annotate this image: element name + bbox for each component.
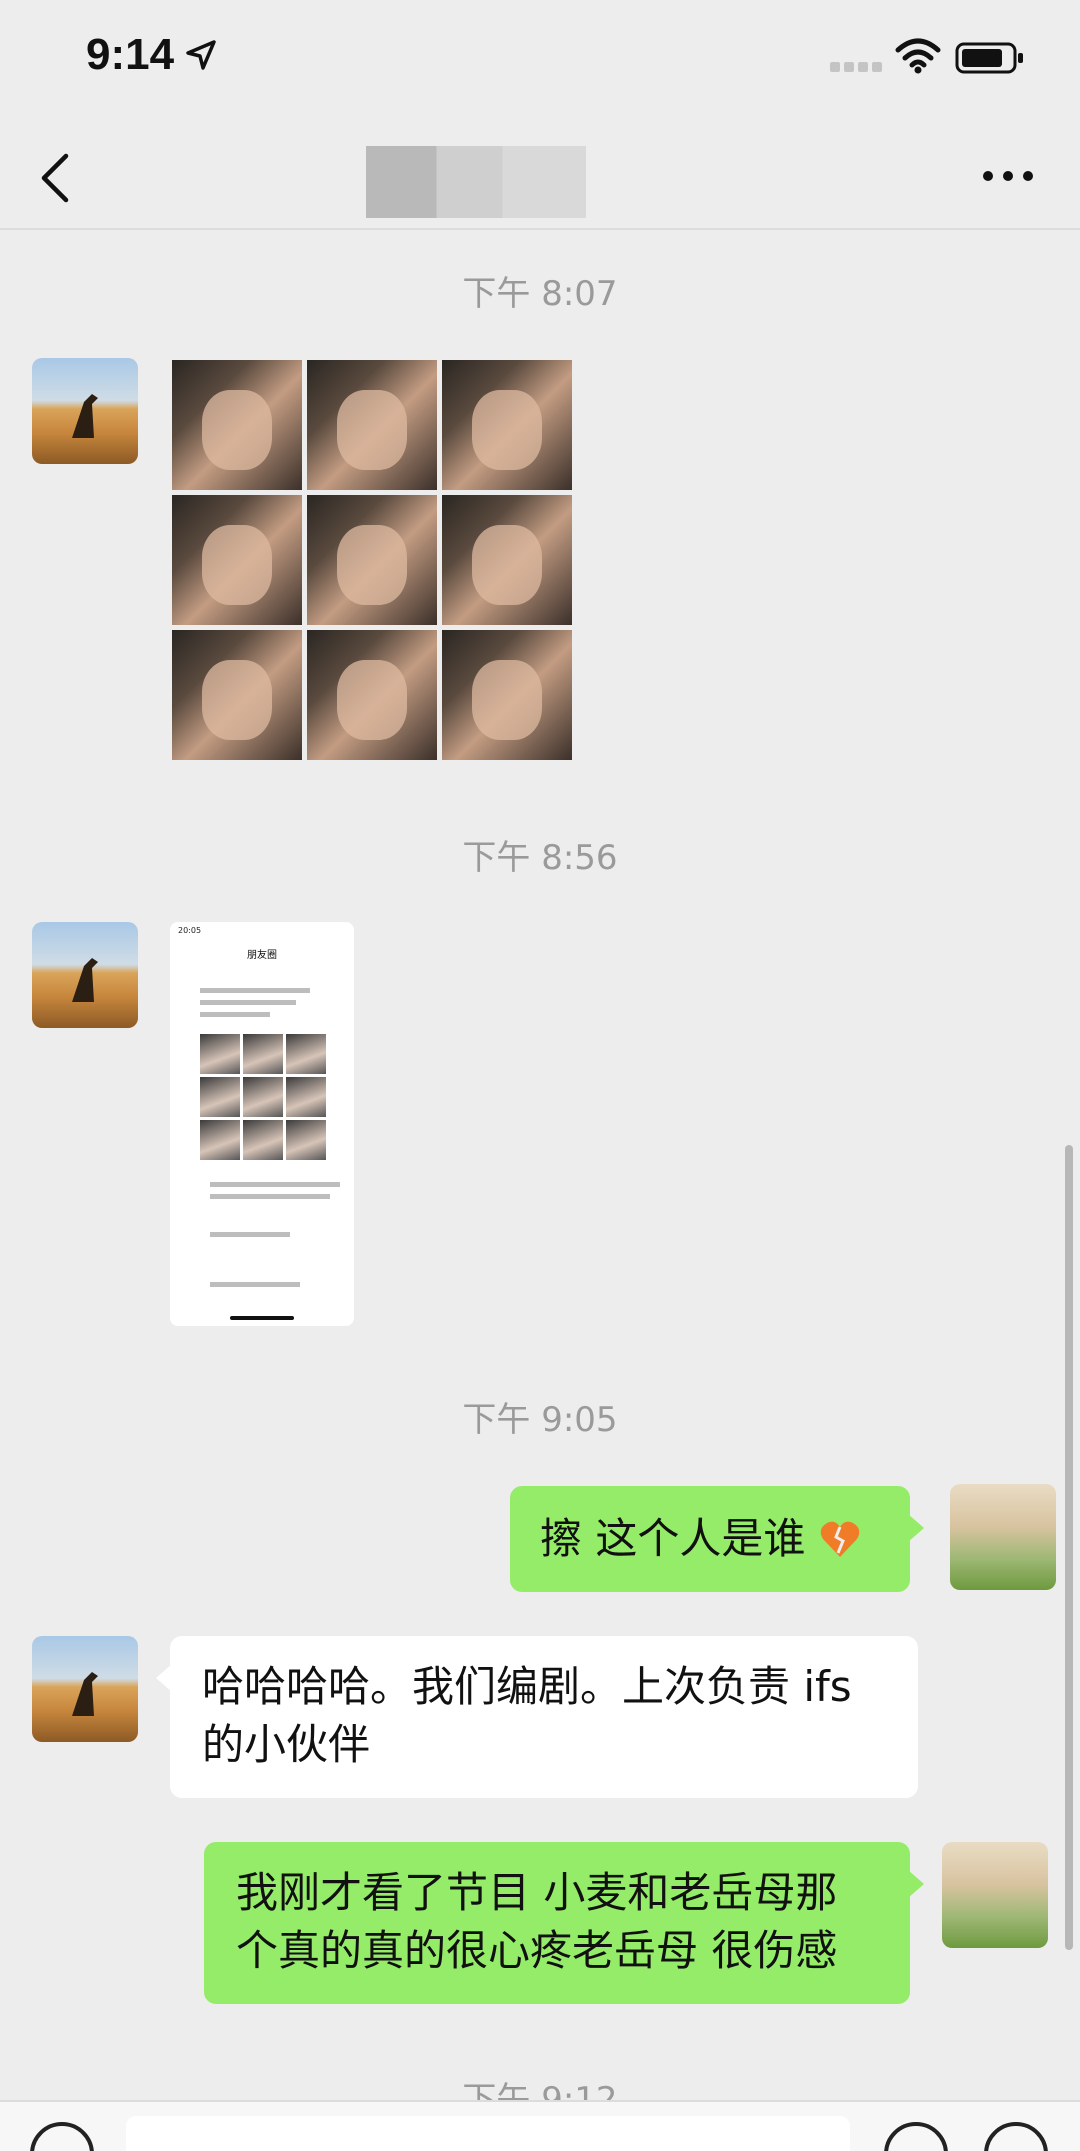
photo-thumb[interactable] [442,630,572,760]
scrollbar[interactable] [1065,1145,1073,1950]
thumb-text-line [200,988,310,993]
back-chevron-icon[interactable] [36,150,76,206]
emoji-button[interactable] [884,2122,948,2151]
photo-grid-message[interactable] [172,360,572,760]
thumb-text-line [210,1182,340,1187]
more-dots-icon[interactable] [980,168,1036,184]
thumb-photo-grid [200,1034,326,1160]
contact-avatar[interactable] [32,922,138,1028]
broken-heart-icon [820,1521,859,1557]
status-bar: 9:14 [0,0,1080,120]
thumb-text-line [200,1000,296,1005]
thumb-text-line [210,1232,290,1237]
thumb-text-line [210,1194,330,1199]
contact-avatar[interactable] [32,358,138,464]
photo-thumb[interactable] [442,495,572,625]
message-text-line: 个真的真的很心疼老岳母 很伤感 [236,1926,838,1975]
voice-button[interactable] [30,2122,94,2151]
photo-thumb[interactable] [307,630,437,760]
received-message-bubble[interactable]: 哈哈哈哈。我们编剧。上次负责 ifs 的小伙伴 [156,1636,918,1798]
photo-thumb[interactable] [307,495,437,625]
signal-icon [830,62,882,72]
location-arrow-icon [186,40,216,70]
timestamp: 下午 9:05 [462,1400,618,1440]
thumb-home-indicator [230,1316,294,1320]
input-bar [0,2100,1080,2151]
message-text-line: 的小伙伴 [202,1720,371,1769]
battery-icon [955,42,1023,74]
timestamp: 下午 8:56 [462,838,618,878]
photo-thumb[interactable] [172,630,302,760]
my-avatar[interactable] [950,1484,1056,1590]
message-text: 擦 这个人是谁 [540,1514,806,1563]
photo-thumb[interactable] [442,360,572,490]
status-time: 9:14 [86,30,175,79]
timestamp: 下午 8:07 [462,274,618,314]
message-text-line: 我刚才看了节目 小麦和老岳母那 [236,1868,838,1917]
chat-title-redacted [366,146,586,218]
screenshot-image-message[interactable]: 20:05 朋友圈 [170,922,354,1326]
photo-thumb[interactable] [172,360,302,490]
thumb-title: 朋友圈 [247,950,277,961]
thumb-text-line [200,1012,270,1017]
my-avatar[interactable] [942,1842,1048,1948]
sent-message-bubble[interactable]: 我刚才看了节目 小麦和老岳母那 个真的真的很心疼老岳母 很伤感 [204,1842,924,2004]
sent-message-bubble[interactable]: 擦 这个人是谁 [510,1486,924,1592]
dinosaur-icon [72,394,98,438]
message-input[interactable] [126,2116,850,2151]
more-actions-button[interactable] [984,2122,1048,2151]
message-text-line: 哈哈哈哈。我们编剧。上次负责 ifs [202,1662,852,1711]
thumb-text-line [210,1282,300,1287]
photo-thumb[interactable] [307,360,437,490]
photo-thumb[interactable] [172,495,302,625]
wifi-icon [895,38,941,74]
nav-bar [0,120,1080,230]
thumb-time: 20:05 [178,926,202,935]
contact-avatar[interactable] [32,1636,138,1742]
dinosaur-icon [72,958,98,1002]
dinosaur-icon [72,1672,98,1716]
chat-screen: 9:14 下午 8:07 下午 8:56 20:05 朋友圈 下午 9:05 擦… [0,0,1080,2151]
